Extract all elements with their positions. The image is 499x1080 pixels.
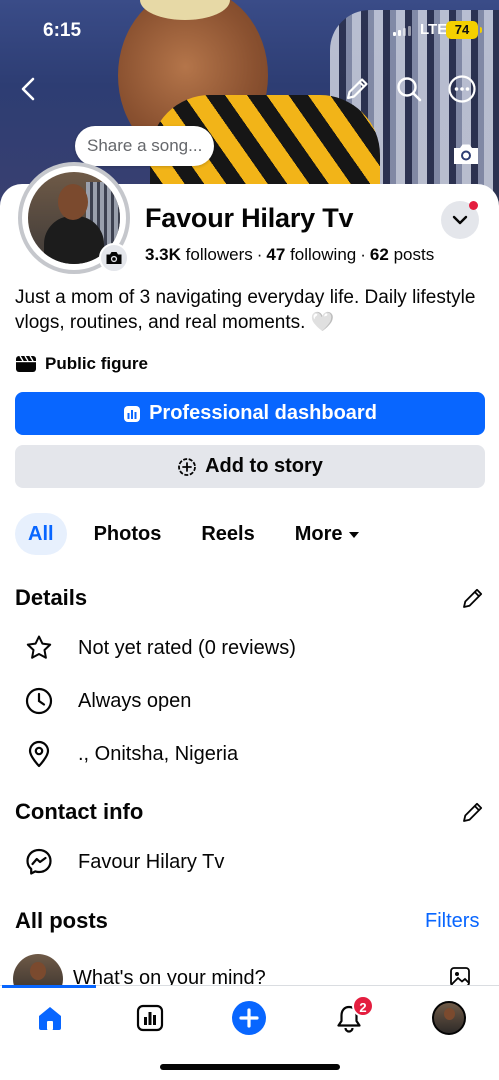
add-to-story-button[interactable]: Add to story [15, 445, 485, 488]
profile-bio: Just a mom of 3 navigating everyday life… [15, 287, 476, 333]
profile-stats: 3.3K followers · 47 following · 62 posts [145, 245, 435, 264]
profile-tab-avatar [432, 1001, 466, 1035]
tab-dashboard[interactable] [132, 1000, 168, 1036]
edit-details-icon[interactable] [460, 585, 486, 611]
posts-count: 62 posts [369, 245, 435, 264]
category-label: Public figure [45, 354, 148, 373]
hours-text: Always open [78, 689, 192, 712]
dashboard-chart-icon [124, 405, 141, 422]
star-icon [22, 631, 56, 665]
status-time: 6:15 [43, 20, 82, 41]
all-posts-title: All posts [15, 908, 108, 933]
detail-row-hours[interactable]: Always open [22, 683, 191, 719]
signal-icon [393, 26, 411, 36]
rating-text: Not yet rated (0 reviews) [78, 636, 296, 659]
dashboard-icon [136, 1004, 164, 1032]
battery-icon: 74 [446, 21, 482, 39]
profile-name: Favour Hilary Tv [145, 203, 354, 233]
edit-contact-icon[interactable] [460, 799, 486, 825]
contact-row-messenger[interactable]: Favour Hilary Tv [22, 844, 224, 880]
location-pin-icon [22, 737, 56, 771]
more-options-icon[interactable] [445, 72, 479, 106]
edit-pencil-icon[interactable] [340, 72, 374, 106]
clapperboard-icon [16, 355, 36, 372]
tab-profile[interactable] [431, 1000, 467, 1036]
detail-row-location[interactable]: ., Onitsha, Nigeria [22, 736, 238, 772]
search-icon[interactable] [392, 72, 426, 106]
avatar-camera-icon[interactable] [99, 243, 129, 273]
cover-camera-icon[interactable] [449, 137, 483, 171]
composer-avatar [13, 954, 63, 986]
network-label: LTE [420, 21, 448, 38]
professional-dashboard-label: Professional dashboard [149, 402, 377, 424]
tab-home[interactable] [32, 1000, 68, 1036]
caret-down-icon [348, 531, 359, 538]
back-icon[interactable] [12, 72, 46, 106]
create-plus-icon [232, 1001, 266, 1035]
tab-more[interactable]: More [282, 513, 372, 555]
tab-create[interactable] [231, 1000, 267, 1036]
profile-category: Public figure [15, 354, 148, 374]
location-text: ., Onitsha, Nigeria [78, 742, 239, 765]
profile-menu-button[interactable] [441, 201, 479, 239]
photo-icon[interactable] [449, 966, 471, 986]
chevron-down-icon [452, 215, 468, 225]
post-composer[interactable]: What's on your mind? [0, 952, 499, 986]
active-tab-indicator [2, 985, 96, 988]
professional-dashboard-button[interactable]: Professional dashboard [15, 392, 485, 435]
home-icon [39, 1007, 61, 1030]
messenger-contact-text: Favour Hilary Tv [78, 850, 225, 873]
details-title: Details [15, 585, 88, 610]
detail-row-rating[interactable]: Not yet rated (0 reviews) [22, 630, 296, 666]
following-link[interactable]: 47 following [266, 245, 356, 264]
messenger-icon [22, 845, 56, 879]
notification-dot [469, 201, 478, 210]
profile-tabs: All Photos Reels More [15, 513, 386, 555]
tab-all[interactable]: All [15, 513, 67, 555]
add-circle-icon [178, 457, 197, 476]
followers-link[interactable]: 3.3K followers [145, 245, 253, 264]
share-song-bubble[interactable]: Share a song... [75, 126, 215, 166]
tab-reels[interactable]: Reels [188, 513, 267, 555]
status-bar: 6:15 LTE 74 [0, 0, 499, 60]
contact-info-title: Contact info [15, 799, 144, 824]
tab-photos[interactable]: Photos [81, 513, 175, 555]
home-indicator [160, 1064, 340, 1070]
add-to-story-label: Add to story [205, 455, 323, 477]
composer-prompt[interactable]: What's on your mind? [73, 967, 266, 986]
notifications-badge: 2 [352, 995, 374, 1017]
clock-icon [22, 684, 56, 718]
filters-link[interactable]: Filters [425, 910, 479, 933]
